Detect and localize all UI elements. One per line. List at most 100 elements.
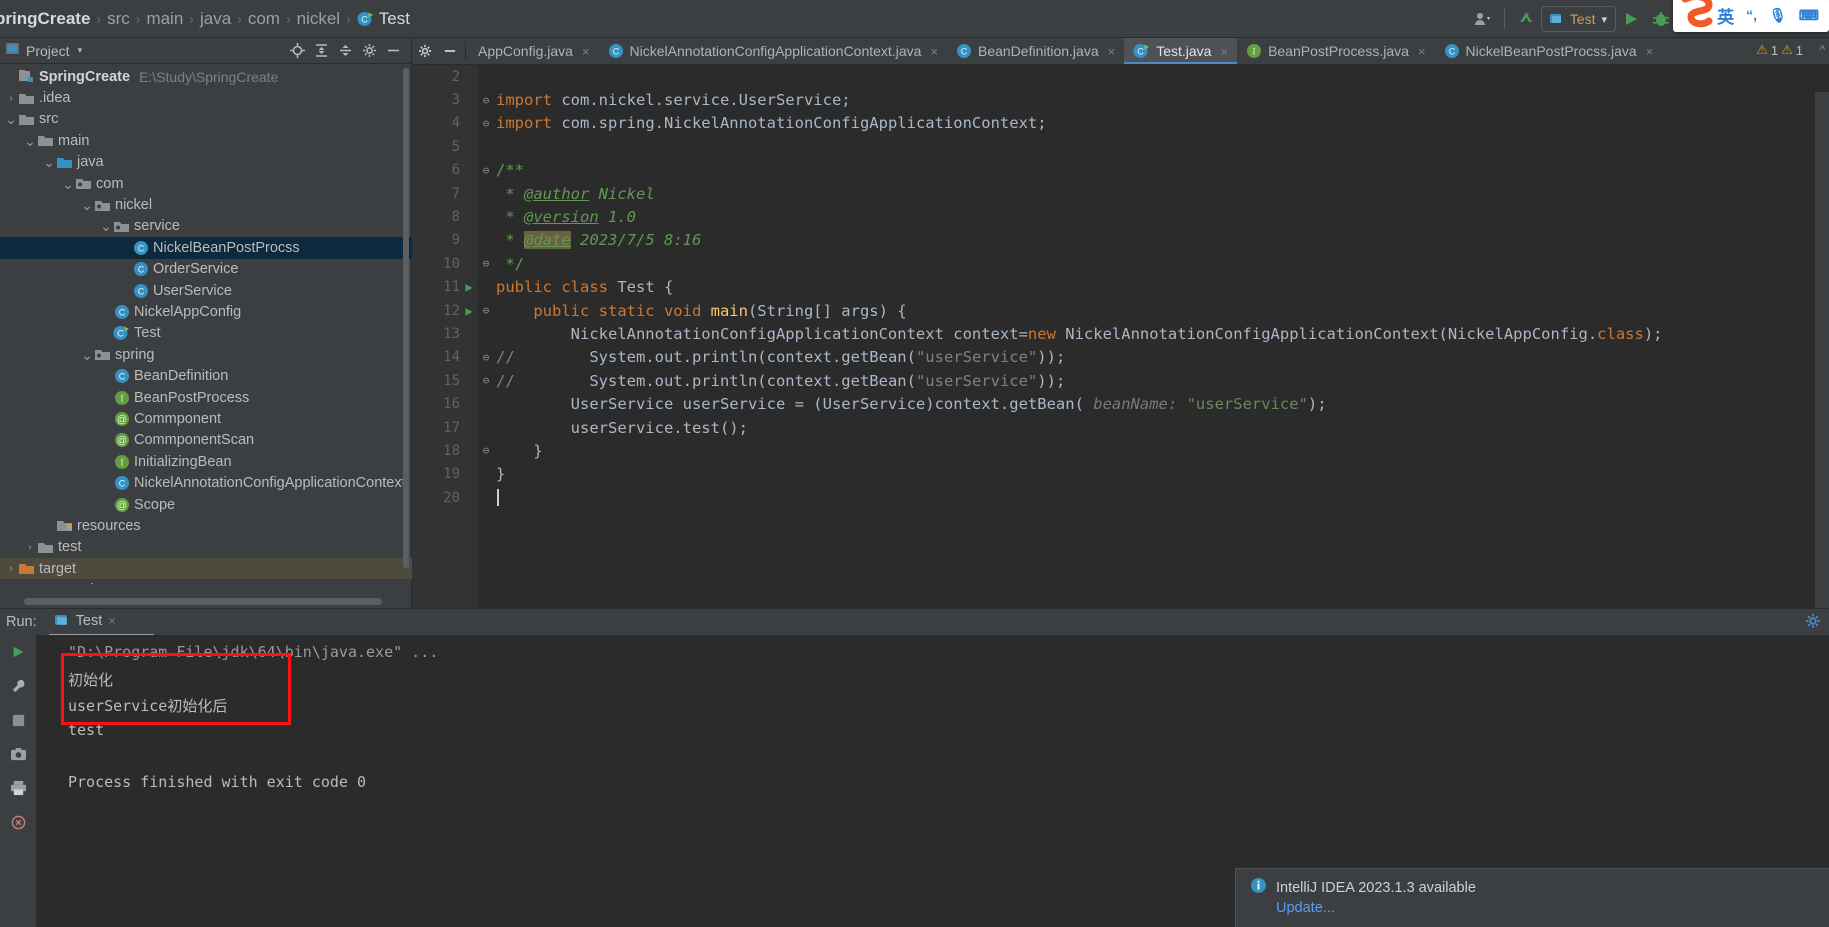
breadcrumb-item-src[interactable]: src (104, 9, 133, 29)
tree-item-spring[interactable]: ⌄ spring (0, 344, 412, 365)
fold-marker-icon[interactable]: ⊖ (478, 94, 494, 107)
breadcrumb-item-pringcreate[interactable]: pringCreate (0, 9, 93, 29)
project-tree-scrollbar[interactable] (403, 68, 409, 588)
code-line-16[interactable]: 16 UserService userService = (UserServic… (412, 392, 1829, 415)
chevron-down-icon[interactable]: ⌄ (61, 177, 75, 191)
ime-status-widget[interactable]: 英 “, 🎙 ⌨ (1673, 0, 1829, 32)
scrollbar-thumb[interactable] (403, 68, 409, 568)
tree-item-test[interactable]: › test (0, 537, 412, 558)
chevron-down-icon[interactable]: ⌄ (80, 348, 94, 362)
run-configuration-selector[interactable]: Test ▾ (1540, 6, 1616, 32)
code-line-10[interactable]: 10 ⊖ */ (412, 252, 1829, 275)
rerun-icon[interactable] (0, 635, 36, 669)
fold-marker-icon[interactable]: ⊖ (478, 304, 494, 317)
code-line-7[interactable]: 7 * @author Nickel (412, 182, 1829, 205)
tree-item-scope[interactable]: @ Scope (0, 494, 412, 515)
tree-item-nickelbeanpostprocss[interactable]: C NickelBeanPostProcss (0, 237, 412, 259)
fold-marker-icon[interactable]: ⊖ (478, 117, 494, 130)
line-number[interactable]: 8 (412, 209, 460, 225)
editor-tab-nickelannotationconfigapplicationcontext-java[interactable]: C NickelAnnotationConfigApplicationContex… (599, 38, 947, 64)
code-line-20[interactable]: 20 (412, 486, 1829, 509)
tree-item-commponentscan[interactable]: @ CommponentScan (0, 430, 412, 451)
tree-item-commponent[interactable]: @ Commponent (0, 408, 412, 429)
chevron-down-icon[interactable]: ⌄ (80, 198, 94, 212)
expand-all-icon[interactable] (309, 40, 333, 62)
tree-item-src[interactable]: ⌄ src (0, 109, 412, 130)
code-line-3[interactable]: 3 ⊖ import com.nickel.service.UserService; (412, 88, 1829, 111)
editor-minimap[interactable] (1815, 92, 1829, 608)
tree-item-beanpostprocess[interactable]: I BeanPostProcess (0, 387, 412, 408)
code-line-2[interactable]: 2 (412, 65, 1829, 88)
editor-tab-test-java[interactable]: C Test.java × (1124, 38, 1238, 64)
chevron-down-icon[interactable]: ▾ (1601, 13, 1607, 26)
fold-marker-icon[interactable]: ⊖ (478, 444, 494, 457)
chevron-down-icon[interactable]: ⌄ (4, 112, 18, 126)
code-lines[interactable]: 2 3 ⊖ import com.nickel.service.UserService… (412, 65, 1829, 608)
line-number[interactable]: 13 (412, 326, 460, 342)
print-icon[interactable] (0, 771, 36, 805)
breadcrumb-item-nickel[interactable]: nickel (294, 9, 343, 29)
line-number[interactable]: 5 (412, 139, 460, 155)
breadcrumb-item-test[interactable]: C Test (354, 9, 413, 29)
project-tree[interactable]: SpringCreate E:\Study\SpringCreate › .idea ⌄… (0, 64, 412, 584)
tree-item-initializingbean[interactable]: I InitializingBean (0, 451, 412, 472)
tree-item-pom-xml[interactable]: m pom.xml (0, 579, 412, 584)
line-number[interactable]: 3 (412, 92, 460, 108)
settings-icon[interactable] (357, 40, 381, 62)
close-icon[interactable]: × (108, 613, 116, 628)
fold-marker-icon[interactable]: ⊖ (478, 351, 494, 364)
tree-item-userservice[interactable]: C UserService (0, 280, 412, 301)
line-number[interactable]: 14 (412, 349, 460, 365)
tree-item-nickel[interactable]: ⌄ nickel (0, 194, 412, 215)
line-number[interactable]: 7 (412, 186, 460, 202)
tree-item-test[interactable]: C Test (0, 323, 412, 344)
line-number[interactable]: 12 (412, 303, 460, 319)
chevron-down-icon[interactable]: ⌄ (42, 155, 56, 169)
close-icon[interactable]: × (1220, 44, 1228, 59)
editor-tab-appconfig-java[interactable]: AppConfig.java × (469, 38, 599, 64)
line-number[interactable]: 10 (412, 256, 460, 272)
fold-marker-icon[interactable]: ⊖ (478, 164, 494, 177)
tree-item-orderservice[interactable]: C OrderService (0, 259, 412, 280)
code-line-19[interactable]: 19} (412, 463, 1829, 486)
line-number[interactable]: 4 (412, 115, 460, 131)
stop-icon[interactable] (0, 703, 36, 737)
settings-icon[interactable] (412, 38, 437, 64)
tree-item-main[interactable]: ⌄ main (0, 130, 412, 151)
chevron-right-icon[interactable]: › (23, 542, 37, 553)
tree-item-nickelappconfig[interactable]: C NickelAppConfig (0, 301, 412, 322)
close-icon[interactable]: × (930, 44, 938, 59)
chevron-up-icon[interactable]: ^ (1820, 44, 1825, 56)
tree-item-java[interactable]: ⌄ java (0, 152, 412, 173)
fold-marker-icon[interactable]: ⊖ (478, 257, 494, 270)
line-number[interactable]: 9 (412, 232, 460, 248)
code-line-13[interactable]: 13 NickelAnnotationConfigApplicationCont… (412, 322, 1829, 345)
ime-item-1[interactable]: “, (1746, 7, 1757, 23)
run-tab-test[interactable]: Test × (48, 613, 154, 636)
line-number[interactable]: 17 (412, 420, 460, 436)
tree-item-beandefinition[interactable]: C BeanDefinition (0, 365, 412, 386)
breadcrumb-item-com[interactable]: com (245, 9, 283, 29)
code-line-9[interactable]: 9 * @date 2023/7/5 8:16 (412, 229, 1829, 252)
hscrollbar-thumb[interactable] (24, 598, 382, 605)
update-arrow-icon[interactable] (1511, 4, 1541, 34)
tree-item-service[interactable]: ⌄ service (0, 216, 412, 237)
inspection-status[interactable]: ⚠ 1 ⚠ 1 (1756, 42, 1803, 58)
hide-icon[interactable] (381, 40, 405, 62)
wrench-icon[interactable] (0, 669, 36, 703)
breadcrumb-item-main[interactable]: main (143, 9, 186, 29)
locate-icon[interactable] (285, 40, 309, 62)
close-icon[interactable]: × (1108, 44, 1116, 59)
account-icon[interactable] (1468, 4, 1498, 34)
code-line-6[interactable]: 6 ⊖/** (412, 159, 1829, 182)
line-number[interactable]: 19 (412, 466, 460, 482)
run-gutter-icon[interactable]: ▶ (460, 304, 478, 318)
line-number[interactable]: 6 (412, 162, 460, 178)
collapse-all-icon[interactable] (333, 40, 357, 62)
camera-icon[interactable] (0, 737, 36, 771)
code-line-18[interactable]: 18 ⊖ } (412, 439, 1829, 462)
tree-item-nickelannotationconfigapplicationcontext[interactable]: C NickelAnnotationConfigApplicationContex… (0, 472, 412, 493)
fold-marker-icon[interactable]: ⊖ (478, 374, 494, 387)
settings-icon[interactable] (1805, 613, 1821, 634)
run-gutter-icon[interactable]: ▶ (460, 280, 478, 294)
